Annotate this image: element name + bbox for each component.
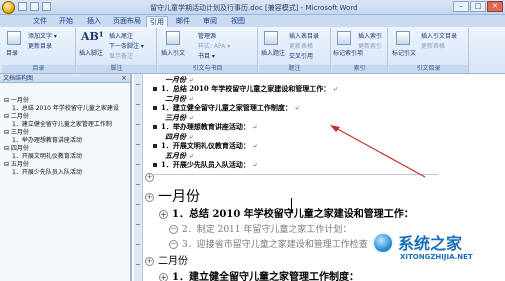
- watermark-url: XITONGZHIJIA.NET: [400, 253, 473, 261]
- watermark-logo-icon: [372, 232, 394, 254]
- watermark-text: 系统之家: [398, 234, 463, 253]
- watermark: 系统之家 XITONGZHIJIA.NET: [370, 226, 505, 281]
